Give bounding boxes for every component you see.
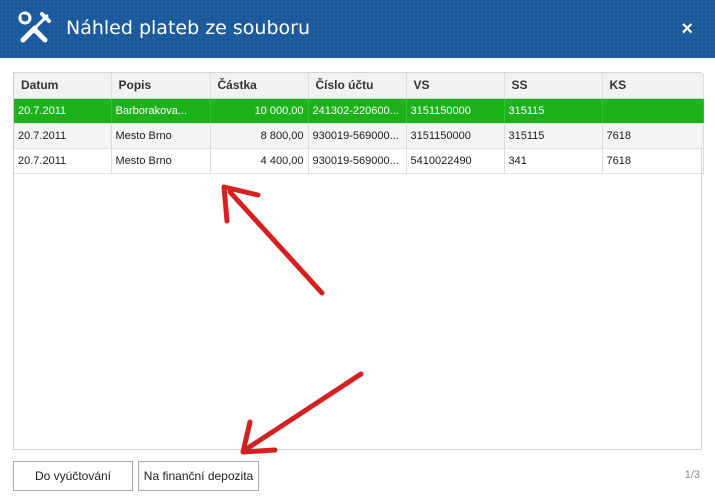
title-bar: Náhled plateb ze souboru ×: [0, 0, 715, 58]
cell-ss: 315115: [504, 123, 603, 149]
column-header-popis[interactable]: Popis: [111, 73, 211, 99]
cell-vs: 5410022490: [406, 148, 505, 174]
cell-datum: 20.7.2011: [14, 148, 112, 174]
cell-ks: 7618: [602, 123, 704, 149]
cell-vs: 3151150000: [406, 123, 505, 149]
cell-cislo-uctu: 930019-569000...: [308, 148, 407, 174]
do-vyuctovani-button[interactable]: Do vyúčtování: [13, 461, 133, 491]
column-header-vs[interactable]: VS: [406, 73, 505, 99]
column-header-castka[interactable]: Částka: [210, 73, 309, 99]
table-row[interactable]: 20.7.2011 Mesto Brno 4 400,00 930019-569…: [14, 148, 704, 174]
payments-table: Datum Popis Částka Číslo účtu VS SS KS 2…: [14, 73, 704, 174]
column-header-ks[interactable]: KS: [602, 73, 704, 99]
close-icon[interactable]: ×: [681, 19, 693, 39]
cell-datum: 20.7.2011: [14, 98, 112, 124]
cell-ss: 315115: [504, 98, 603, 124]
column-header-ss[interactable]: SS: [504, 73, 603, 99]
table-header-row: Datum Popis Částka Číslo účtu VS SS KS: [14, 73, 704, 99]
cell-cislo-uctu: 930019-569000...: [308, 123, 407, 149]
cell-datum: 20.7.2011: [14, 123, 112, 149]
cell-castka: 4 400,00: [210, 148, 309, 174]
cell-castka: 8 800,00: [210, 123, 309, 149]
financni-depozita-button[interactable]: Na finanční depozita: [138, 461, 259, 491]
column-header-cislo-uctu[interactable]: Číslo účtu: [308, 73, 407, 99]
payments-grid: Datum Popis Částka Číslo účtu VS SS KS 2…: [13, 72, 704, 450]
cell-vs: 3151150000: [406, 98, 505, 124]
cell-popis: Mesto Brno: [111, 148, 211, 174]
table-row[interactable]: 20.7.2011 Barborakova... 10 000,00 24130…: [14, 98, 704, 124]
cell-ks: 7618: [602, 148, 704, 174]
cell-ks: [602, 98, 704, 124]
cell-ss: 341: [504, 148, 603, 174]
cell-popis: Barborakova...: [111, 98, 211, 124]
page-indicator: 1/3: [684, 469, 700, 481]
cell-popis: Mesto Brno: [111, 123, 211, 149]
table-row[interactable]: 20.7.2011 Mesto Brno 8 800,00 930019-569…: [14, 123, 704, 149]
wrench-screwdriver-icon: [18, 11, 51, 43]
column-header-datum[interactable]: Datum: [14, 73, 112, 99]
window-title: Náhled plateb ze souboru: [66, 17, 310, 39]
cell-cislo-uctu: 241302-220600...: [308, 98, 407, 124]
cell-castka: 10 000,00: [210, 98, 309, 124]
